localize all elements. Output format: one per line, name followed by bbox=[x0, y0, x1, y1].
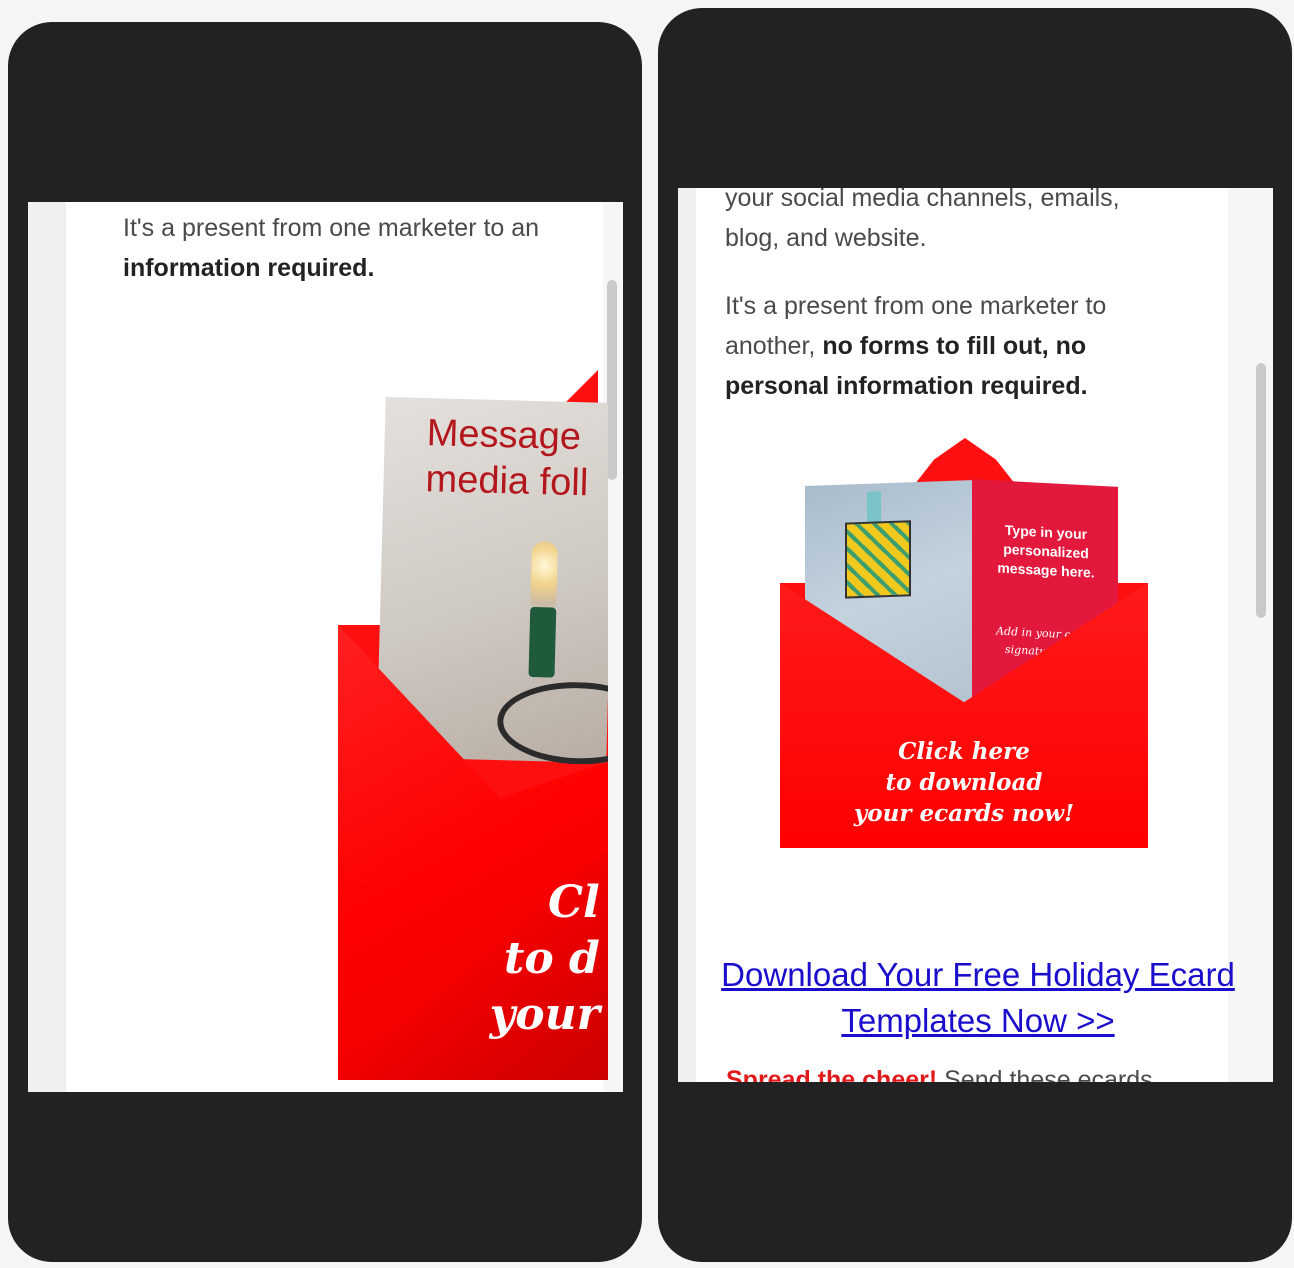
left-envelope-cta: Cl to d your bbox=[448, 875, 600, 1043]
right-para2-line1: It's a present from one marketer to bbox=[725, 292, 1107, 320]
dreidel-handle bbox=[867, 491, 881, 524]
right-envelope-cta: Click here to download your ecards now! bbox=[853, 738, 1075, 827]
right-scrollbar-track[interactable] bbox=[1228, 188, 1273, 1082]
phone-right: your social media channels, emails, blog… bbox=[658, 8, 1292, 1262]
right-para-1: your social media channels, emails, blog… bbox=[725, 188, 1120, 258]
right-screen-viewport[interactable]: your social media channels, emails, blog… bbox=[678, 188, 1273, 1082]
left-cta-line-1: Cl bbox=[548, 877, 600, 928]
right-para2-line3-bold: personal information required. bbox=[725, 372, 1088, 400]
spread-cheer-rest: Send these ecards bbox=[937, 1066, 1153, 1082]
light-wire bbox=[496, 680, 608, 767]
left-scrollbar-thumb[interactable] bbox=[607, 280, 617, 480]
right-para2-line2-plain: another, bbox=[725, 332, 823, 360]
download-templates-link[interactable]: Download Your Free Holiday Ecard Templat… bbox=[718, 952, 1238, 1044]
lightbulb-icon bbox=[530, 540, 559, 612]
lightbulb-base bbox=[528, 606, 557, 678]
left-cta-line-2: to d bbox=[504, 933, 600, 984]
right-para2-line2-bold: no forms to fill out, no bbox=[822, 332, 1087, 360]
phone-left: It's a present from one marketer to an i… bbox=[8, 22, 642, 1262]
right-para1-line2: blog, and website. bbox=[725, 224, 927, 252]
right-envelope-ecard-image[interactable]: Type in your personalized message here. … bbox=[780, 438, 1148, 848]
left-cta-line-3: your bbox=[489, 989, 600, 1040]
dreidel-icon bbox=[845, 520, 911, 599]
left-envelope-ecard-image[interactable]: Message media foll Cl to d your bbox=[338, 370, 608, 1080]
left-intro-text: It's a present from one marketer to an i… bbox=[123, 208, 539, 288]
left-ecard-text: Message media foll bbox=[425, 412, 589, 505]
spread-cheer-bold: Spread the cheer! bbox=[726, 1066, 938, 1082]
right-ecard-message: Type in your personalized message here. bbox=[997, 521, 1095, 581]
left-intro-bold: information required. bbox=[123, 254, 375, 282]
right-margin-left bbox=[678, 188, 696, 1082]
left-margin bbox=[28, 202, 66, 1092]
right-para-2: It's a present from one marketer to anot… bbox=[725, 286, 1106, 406]
left-envelope-flap bbox=[563, 370, 598, 405]
right-para1-line1: your social media channels, emails, bbox=[725, 188, 1120, 212]
left-intro-line: It's a present from one marketer to an bbox=[123, 214, 540, 242]
left-screen-viewport[interactable]: It's a present from one marketer to an i… bbox=[28, 202, 623, 1092]
spread-cheer-text: Spread the cheer! Send these ecards bbox=[726, 1060, 1246, 1082]
right-scrollbar-thumb[interactable] bbox=[1256, 363, 1266, 618]
